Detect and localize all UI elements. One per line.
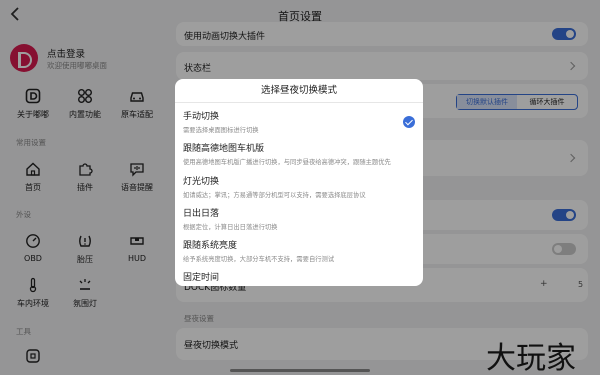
home-indicator[interactable] [230,369,370,372]
option-desc: 如请威达；掌讯；方易通等部分机型可以支持，需要选择底层协议 [183,192,366,199]
watermark: 大玩家 [486,341,576,375]
option-desc: 需要选择桌面图标进行切换 [183,127,259,134]
option-title: 灯光切换 [183,177,220,187]
option-title: 固定时间 [183,273,220,283]
option-title: 手动切换 [183,112,220,122]
option-sunrise[interactable]: 日出日落 根据定位，计算日出日落进行切换 [183,206,415,231]
option-desc: 给予系统亮度切换，大部分车机不支持，需要自行测试 [183,256,335,263]
option-desc: 使用高德地图车机版广播进行切换，与同步昼夜给高德冲突，跟随主题优先 [183,159,391,166]
option-fixed-time[interactable]: 固定时间 [183,270,415,283]
option-title: 跟随系统亮度 [183,241,238,251]
option-system-brightness[interactable]: 跟随系统亮度 给予系统亮度切换，大部分车机不支持，需要自行测试 [183,238,415,263]
check-icon [403,116,415,128]
option-light[interactable]: 灯光切换 如请威达；掌讯；方易通等部分机型可以支持，需要选择底层协议 [183,174,415,199]
option-manual[interactable]: 手动切换 需要选择桌面图标进行切换 [183,109,415,134]
daynight-mode-dialog: 选择昼夜切换模式 手动切换 需要选择桌面图标进行切换 跟随高德地图车机版 使用高… [175,79,423,286]
option-desc: 根据定位，计算日出日落进行切换 [183,224,278,231]
option-title: 日出日落 [183,209,220,219]
dialog-title: 选择昼夜切换模式 [175,79,423,103]
option-title: 跟随高德地图车机版 [183,144,265,154]
option-amap[interactable]: 跟随高德地图车机版 使用高德地图车机版广播进行切换，与同步昼夜给高德冲突，跟随主… [183,141,415,166]
